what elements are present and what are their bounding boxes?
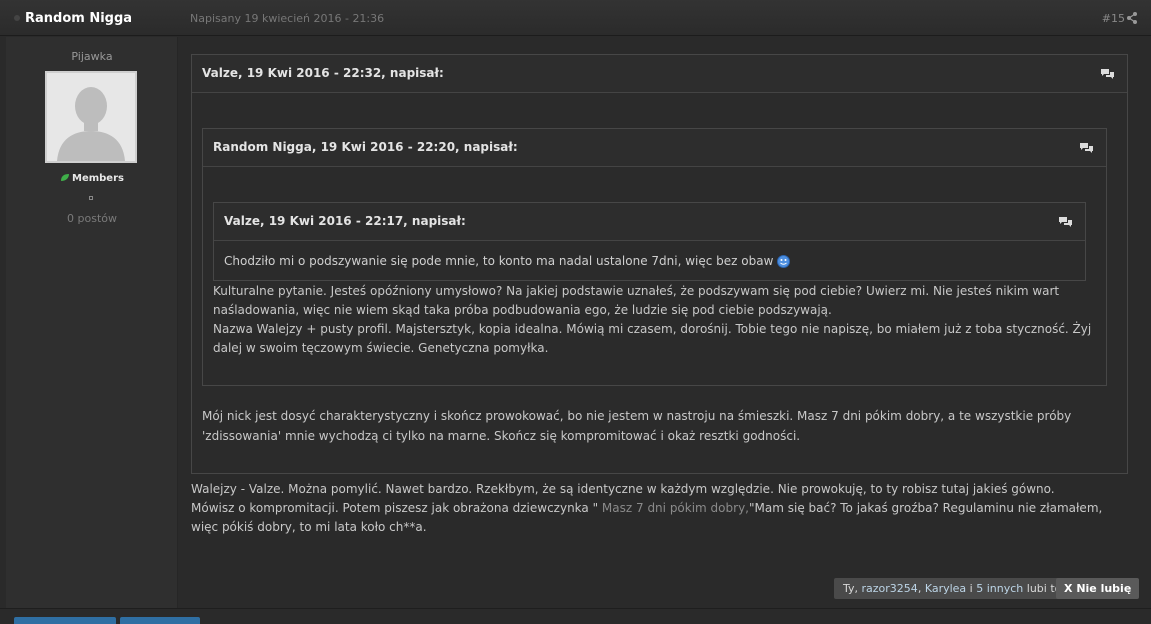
likes-summary: Ty, razor3254, Karylea i 5 innych lubi t…	[834, 578, 1071, 599]
speech-bubbles-icon[interactable]	[1058, 216, 1073, 228]
post-header: Random Nigga Napisany 19 kwiecień 2016 -…	[0, 0, 1151, 36]
bottom-button-1[interactable]	[14, 617, 116, 624]
avatar[interactable]	[45, 71, 137, 163]
speech-bubbles-icon[interactable]	[1100, 68, 1115, 80]
author-name[interactable]: Random Nigga	[25, 11, 132, 26]
quote-inner: Valze, 19 Kwi 2016 - 22:17, napisał:	[213, 202, 1086, 281]
quote-middle-header: Random Nigga, 19 Kwi 2016 - 22:20, napis…	[203, 129, 1106, 167]
quote-outer-header: Valze, 19 Kwi 2016 - 22:32, napisał:	[192, 55, 1127, 93]
post-body: Walejzy - Valze. Można pomylić. Nawet ba…	[191, 480, 1131, 537]
unlike-button[interactable]: X Nie lubię	[1056, 578, 1140, 599]
post-date: Napisany 19 kwiecień 2016 - 21:36	[190, 12, 385, 25]
rank-pip	[89, 196, 93, 200]
post-body-line-2-start: Mówisz o kompromitacji. Potem piszesz ja…	[191, 501, 602, 515]
quote-middle-text-content: Kulturalne pytanie. Jesteś opóźniony umy…	[213, 284, 1092, 355]
post-body-line-2: Mówisz o kompromitacji. Potem piszesz ja…	[191, 499, 1131, 537]
quote-inner-citation: Valze, 19 Kwi 2016 - 22:17, napisał:	[224, 214, 466, 228]
share-icon[interactable]	[1127, 12, 1137, 24]
member-group: Members	[6, 173, 178, 184]
likes-sep: ,	[917, 582, 925, 595]
quote-middle-citation: Random Nigga, 19 Kwi 2016 - 22:20, napis…	[213, 140, 518, 154]
likes-prefix: Ty,	[843, 582, 862, 595]
speech-bubbles-icon[interactable]	[1079, 142, 1094, 154]
likes-mid: i	[966, 582, 977, 595]
inline-quote: Masz 7 dni pókim dobry,	[601, 501, 749, 515]
bottom-button-2[interactable]	[120, 617, 200, 624]
default-avatar-icon	[47, 73, 135, 161]
close-icon: X	[1064, 582, 1077, 595]
quote-middle-text: Kulturalne pytanie. Jesteś opóźniony umy…	[213, 282, 1103, 358]
like-others-link[interactable]: 5 innych	[976, 582, 1023, 595]
rank-title: Pijawka	[71, 50, 113, 63]
unlike-button-label: Nie lubię	[1076, 582, 1132, 595]
quote-outer-citation: Valze, 19 Kwi 2016 - 22:32, napisał:	[202, 66, 444, 80]
quote-inner-header: Valze, 19 Kwi 2016 - 22:17, napisał:	[214, 203, 1085, 241]
like-user-link[interactable]: razor3254	[862, 582, 918, 595]
smiley-icon	[777, 255, 791, 268]
post-count: 0 postów	[67, 212, 117, 225]
post-number[interactable]: #15	[1102, 12, 1125, 25]
quote-inner-text: Chodziło mi o podszywanie się pode mnie,…	[224, 254, 791, 268]
member-group-label: Members	[72, 173, 124, 184]
post-body-line-1: Walejzy - Valze. Można pomylić. Nawet ba…	[191, 482, 1055, 496]
status-dot	[14, 15, 20, 21]
post-divider	[0, 608, 1151, 609]
like-user-link[interactable]: Karylea	[925, 582, 966, 595]
quote-outer-text: Mój nick jest dosyć charakterystyczny i …	[202, 409, 1072, 443]
author-sidebar: Pijawka Members 0 postów	[6, 37, 178, 608]
leaf-icon	[61, 174, 69, 181]
quote-inner-text-content: Chodziło mi o podszywanie się pode mnie,…	[224, 254, 774, 268]
